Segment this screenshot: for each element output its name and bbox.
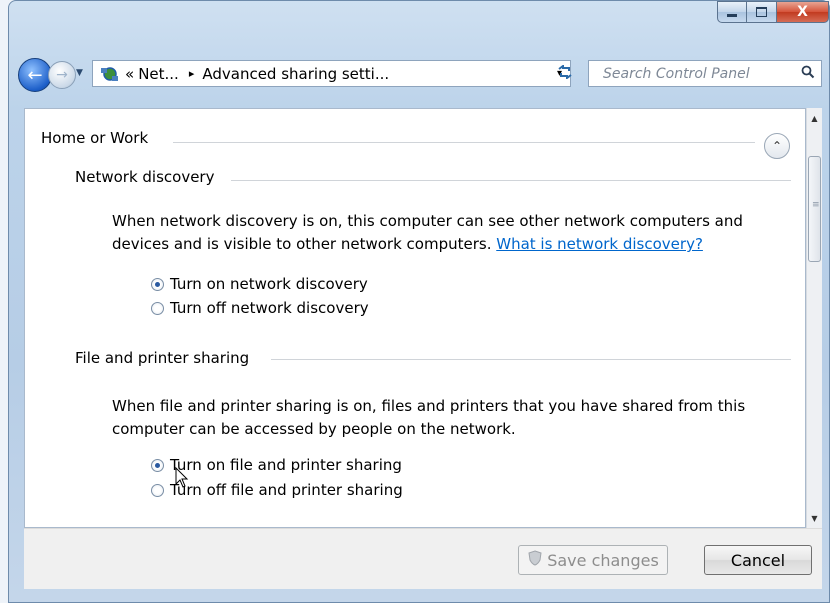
- chevron-down-icon: ▼: [76, 68, 83, 78]
- cancel-label: Cancel: [730, 550, 786, 570]
- radio-label: Turn on network discovery: [170, 275, 368, 293]
- network-discovery-title: Network discovery: [75, 168, 215, 186]
- back-arrow-icon: ←: [27, 64, 43, 86]
- search-input[interactable]: Search Control Panel: [603, 66, 750, 82]
- save-changes-button[interactable]: Save changes: [518, 545, 668, 575]
- profile-divider: [173, 142, 755, 143]
- address-bar[interactable]: « Net... ▸ Advanced sharing setti... ▾: [92, 60, 571, 87]
- file-printer-sharing-title: File and printer sharing: [75, 349, 250, 367]
- mouse-cursor-icon: [175, 466, 189, 493]
- dialog-footer: Save changes Cancel: [24, 528, 822, 589]
- breadcrumb-separator[interactable]: ▸: [189, 67, 195, 80]
- network-discovery-help-link[interactable]: What is network discovery?: [496, 235, 703, 253]
- grip-icon: ≡: [812, 200, 820, 210]
- vertical-scrollbar[interactable]: ▲ ≡ ▼: [806, 108, 822, 528]
- file-printer-sharing-text: When file and printer sharing is on, fil…: [112, 397, 746, 438]
- breadcrumb-advanced-sharing[interactable]: Advanced sharing setti...: [202, 65, 389, 83]
- minimize-icon: [727, 13, 737, 17]
- radio-turn-on-network-discovery[interactable]: Turn on network discovery: [151, 275, 368, 293]
- close-icon: X: [797, 4, 808, 20]
- network-discovery-description: When network discovery is on, this compu…: [112, 210, 782, 256]
- minimize-button[interactable]: [717, 1, 747, 23]
- maximize-icon: [756, 7, 767, 17]
- network-icon: [97, 63, 121, 85]
- shield-icon: [527, 550, 543, 570]
- profile-title: Home or Work: [41, 129, 149, 147]
- close-button[interactable]: X: [777, 1, 829, 23]
- radio-turn-off-network-discovery[interactable]: Turn off network discovery: [151, 299, 369, 317]
- forward-button[interactable]: →: [48, 61, 76, 89]
- network-discovery-divider: [231, 180, 791, 181]
- refresh-icon: [557, 63, 573, 83]
- scroll-up-icon[interactable]: ▲: [807, 110, 822, 126]
- settings-content-panel: Home or Work ⌃ Network discovery When ne…: [24, 108, 806, 528]
- save-changes-label: Save changes: [547, 550, 659, 570]
- breadcrumb-network[interactable]: Net...: [138, 65, 179, 83]
- search-icon[interactable]: [801, 65, 815, 83]
- recent-pages-dropdown[interactable]: ▼: [76, 68, 83, 78]
- scroll-thumb[interactable]: ≡: [808, 156, 821, 262]
- file-printer-sharing-divider: [271, 359, 791, 360]
- radio-button[interactable]: [151, 458, 164, 472]
- refresh-button[interactable]: [550, 60, 580, 87]
- forward-arrow-icon: →: [56, 67, 68, 83]
- search-box[interactable]: Search Control Panel: [588, 60, 822, 87]
- radio-label: Turn off network discovery: [170, 299, 369, 317]
- maximize-button[interactable]: [747, 1, 777, 23]
- radio-button[interactable]: [151, 483, 164, 497]
- scroll-down-icon[interactable]: ▼: [807, 510, 822, 526]
- radio-button[interactable]: [151, 277, 164, 291]
- caption-buttons: X: [717, 1, 829, 31]
- collapse-section-button[interactable]: ⌃: [764, 133, 790, 159]
- radio-button[interactable]: [151, 301, 164, 315]
- cancel-button[interactable]: Cancel: [704, 545, 812, 575]
- radio-label: Turn on file and printer sharing: [170, 456, 402, 474]
- radio-label: Turn off file and printer sharing: [170, 481, 403, 499]
- address-prefix[interactable]: «: [125, 65, 134, 83]
- file-printer-sharing-description: When file and printer sharing is on, fil…: [112, 395, 782, 441]
- chevron-up-icon: ⌃: [771, 139, 783, 153]
- back-button[interactable]: ←: [18, 58, 52, 92]
